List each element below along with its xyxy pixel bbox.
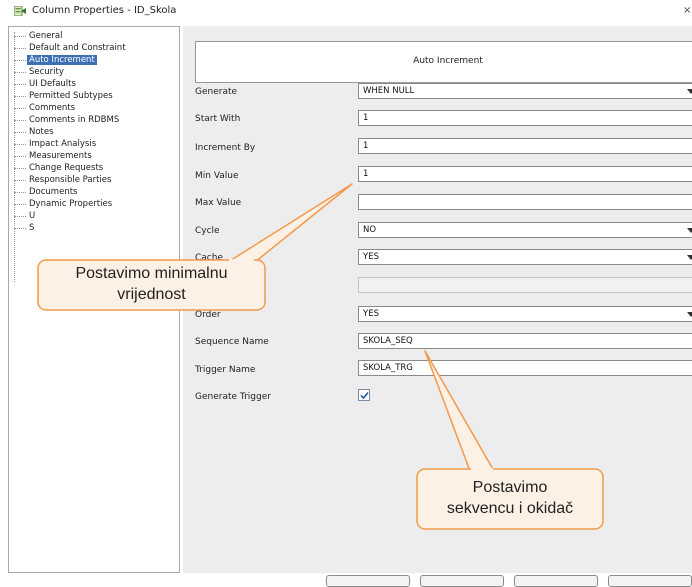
- callout-line: Postavimo: [472, 479, 548, 496]
- callout-min-value-pointer: [227, 183, 353, 263]
- callout-line: vrijednost: [117, 286, 186, 303]
- callout-line: Postavimo minimalnu: [75, 265, 228, 282]
- callout-sequence-text: Postavimo sekvencu i okidač: [417, 477, 603, 519]
- callout-sequence-pointer: [424, 350, 495, 472]
- callout-line: sekvencu i okidač: [446, 500, 574, 517]
- callout-min-value-text: Postavimo minimalnu vrijednost: [38, 263, 265, 305]
